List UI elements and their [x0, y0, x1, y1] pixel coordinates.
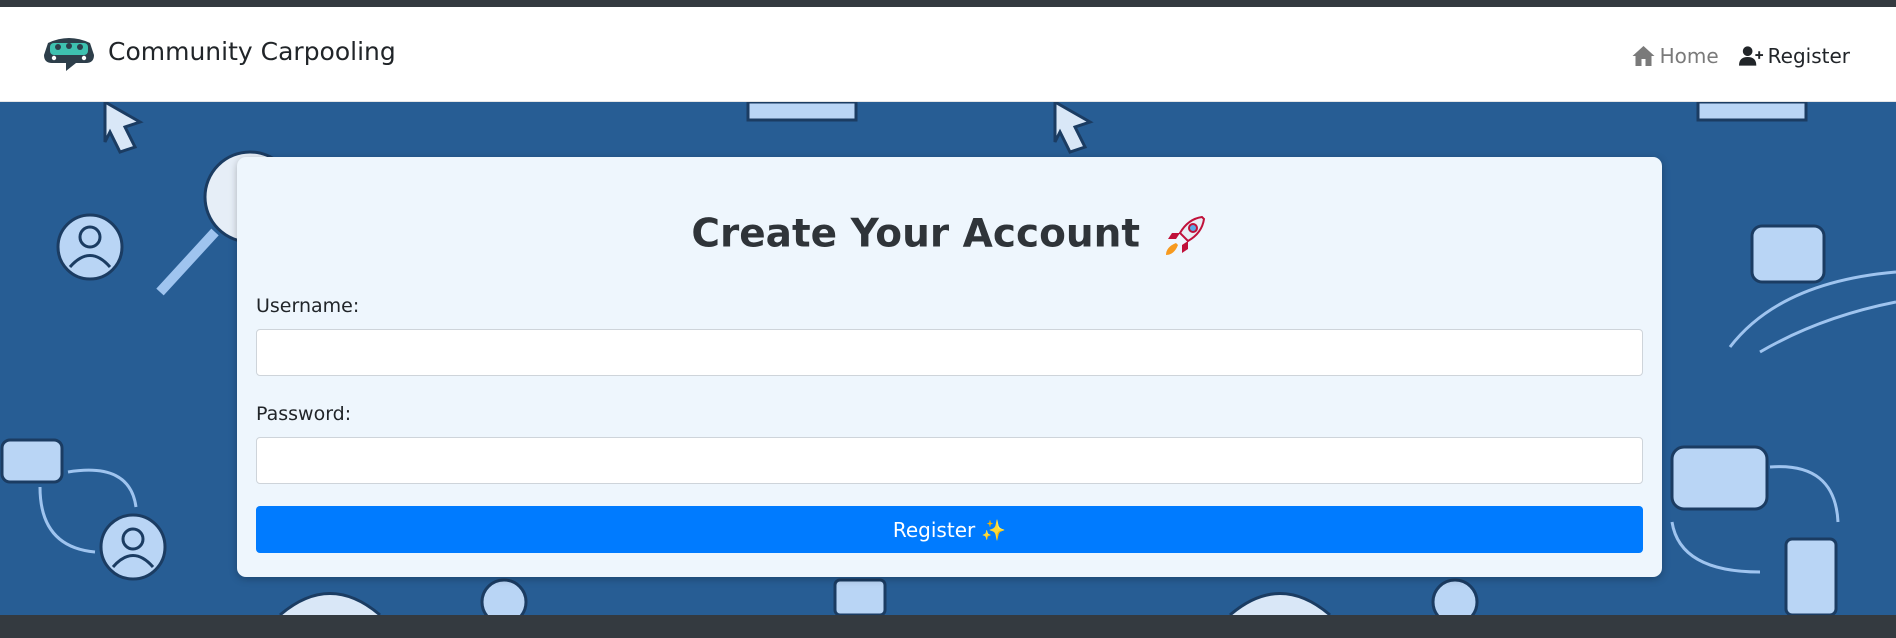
carpool-car-logo-icon: [44, 38, 94, 71]
rocket-icon: [1165, 215, 1205, 255]
form-title: Create Your Account: [237, 213, 1662, 259]
footer-bar: [0, 615, 1896, 638]
form-title-text: Create Your Account: [691, 211, 1141, 257]
brand-name: Community Carpooling: [108, 36, 396, 66]
password-input[interactable]: [256, 437, 1643, 484]
home-icon: [1632, 46, 1655, 66]
brand[interactable]: Community Carpooling: [42, 31, 396, 71]
username-input[interactable]: [256, 329, 1643, 376]
user-plus-icon: [1738, 46, 1763, 66]
nav-home-label: Home: [1659, 44, 1719, 68]
register-submit-button[interactable]: Register ✨: [256, 506, 1643, 553]
register-submit-label: Register: [892, 517, 976, 542]
nav-register-link[interactable]: Register: [1738, 44, 1850, 68]
nav-register-label: Register: [1767, 44, 1850, 68]
username-label: Username:: [256, 295, 360, 317]
hero-background: Create Your Account Username: Password: …: [0, 102, 1896, 615]
nav-links: Home Register: [1631, 45, 1850, 67]
top-strip: [0, 0, 1896, 7]
password-label: Password:: [256, 403, 352, 425]
navbar: Community Carpooling Home Register: [0, 7, 1896, 102]
sparkles-icon: ✨: [981, 517, 1007, 542]
nav-home-link[interactable]: Home: [1631, 45, 1719, 67]
register-card: Create Your Account Username: Password: …: [237, 157, 1662, 577]
